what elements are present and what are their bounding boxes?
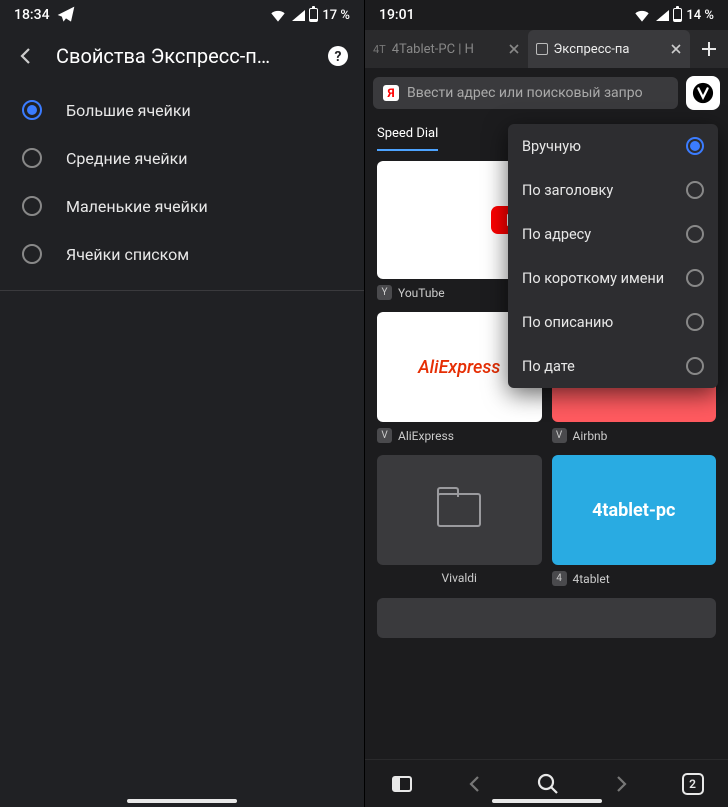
tile-label: Vivaldi (442, 571, 477, 585)
forward-icon[interactable] (609, 772, 633, 796)
divider (0, 290, 364, 291)
home-indicator[interactable] (127, 799, 237, 803)
tab-count-button[interactable]: 2 (682, 773, 704, 795)
sort-label: По дате (522, 358, 575, 375)
sort-label: По короткому имени (522, 270, 664, 287)
statusbar-left: 18:34 17 % (0, 0, 364, 30)
help-icon[interactable]: ? (326, 44, 350, 68)
svg-text:?: ? (335, 49, 342, 65)
address-input[interactable]: Я Ввести адрес или поисковый запро (373, 77, 678, 109)
address-bar-row: Я Ввести адрес или поисковый запро (365, 68, 728, 118)
browser-screen: 19:01 14 % 4T 4Tablet-PC | Н Экспресс-па… (364, 0, 728, 807)
option-label: Ячейки списком (66, 245, 189, 264)
sort-by-date[interactable]: По дате (508, 344, 718, 388)
tab-label: Экспресс-па (554, 42, 630, 57)
sort-manual[interactable]: Вручную (508, 124, 718, 168)
sort-menu: Вручную По заголовку По адресу По коротк… (508, 124, 718, 388)
option-large-cells[interactable]: Большие ячейки (0, 86, 364, 134)
favicon: V (552, 428, 567, 443)
tile-folder-vivaldi[interactable]: Vivaldi (377, 455, 542, 586)
option-small-cells[interactable]: Маленькие ячейки (0, 182, 364, 230)
settings-screen: 18:34 17 % Свойства Экспресс-п… ? Больши… (0, 0, 364, 807)
sort-label: По адресу (522, 226, 591, 243)
favicon: V (377, 428, 392, 443)
back-chevron-icon[interactable] (14, 44, 38, 68)
radio-icon (686, 313, 704, 331)
statusbar-right: 19:01 14 % (365, 0, 728, 30)
speed-dial-icon (536, 43, 548, 55)
status-time: 19:01 (379, 7, 415, 23)
sort-by-title[interactable]: По заголовку (508, 168, 718, 212)
status-time: 18:34 (14, 7, 50, 23)
option-list-cells[interactable]: Ячейки списком (0, 230, 364, 278)
yandex-icon: Я (383, 85, 399, 101)
battery-pct: 17 % (322, 8, 350, 23)
sort-by-description[interactable]: По описанию (508, 300, 718, 344)
tab-active[interactable]: Экспресс-па (528, 30, 691, 68)
close-icon[interactable] (508, 43, 520, 55)
radio-icon (686, 357, 704, 375)
tab-label: 4Tablet-PC | Н (392, 42, 474, 57)
battery-icon (309, 8, 318, 22)
tile-logo-text: AliExpress (418, 357, 500, 378)
battery-icon (673, 8, 682, 22)
tile-label: Airbnb (573, 429, 608, 443)
browser-tabbar: 4T 4Tablet-PC | Н Экспресс-па (365, 30, 728, 68)
vivaldi-icon (692, 82, 714, 104)
back-icon[interactable] (463, 772, 487, 796)
option-medium-cells[interactable]: Средние ячейки (0, 134, 364, 182)
radio-icon (22, 148, 42, 168)
radio-icon (22, 196, 42, 216)
radio-icon (686, 137, 704, 155)
tile-logo-text: 4tablet-pc (592, 500, 675, 521)
tile-label: YouTube (398, 286, 445, 300)
plus-icon (700, 40, 718, 58)
tab-inactive[interactable]: 4T 4Tablet-PC | Н (365, 30, 528, 68)
close-icon[interactable] (670, 43, 682, 55)
wifi-icon (268, 5, 288, 25)
option-label: Маленькие ячейки (66, 197, 208, 216)
sd-tab-speeddial[interactable]: Speed Dial (377, 126, 438, 151)
radio-icon (686, 269, 704, 287)
vivaldi-menu-button[interactable] (686, 76, 720, 110)
sort-label: Вручную (522, 138, 581, 155)
panel-icon[interactable] (390, 772, 414, 796)
radio-icon (686, 225, 704, 243)
sort-by-address[interactable]: По адресу (508, 212, 718, 256)
option-label: Большие ячейки (66, 101, 191, 120)
address-placeholder: Ввести адрес или поисковый запро (407, 85, 643, 101)
tile-label: AliExpress (398, 429, 454, 443)
tile-4tablet[interactable]: 4tablet-pc 4 4tablet (552, 455, 717, 586)
folder-icon (437, 493, 481, 527)
radio-icon (22, 244, 42, 264)
battery-pct: 14 % (686, 8, 714, 23)
favicon: Y (377, 285, 392, 300)
radio-icon (22, 100, 42, 120)
option-label: Средние ячейки (66, 149, 188, 168)
sort-label: По заголовку (522, 182, 613, 199)
telegram-icon (56, 5, 76, 25)
page-title: Свойства Экспресс-п… (56, 44, 308, 68)
signal-icon (292, 10, 305, 21)
search-icon[interactable] (536, 772, 560, 796)
tile-empty[interactable] (377, 598, 716, 638)
sort-label: По описанию (522, 314, 613, 331)
radio-icon (686, 181, 704, 199)
sort-by-nickname[interactable]: По короткому имени (508, 256, 718, 300)
wifi-icon (632, 5, 652, 25)
favicon: 4 (552, 571, 567, 586)
signal-icon (656, 10, 669, 21)
settings-header: Свойства Экспресс-п… ? (0, 30, 364, 86)
new-tab-button[interactable] (690, 30, 728, 68)
tile-label: 4tablet (573, 572, 610, 586)
home-indicator[interactable] (492, 799, 602, 803)
